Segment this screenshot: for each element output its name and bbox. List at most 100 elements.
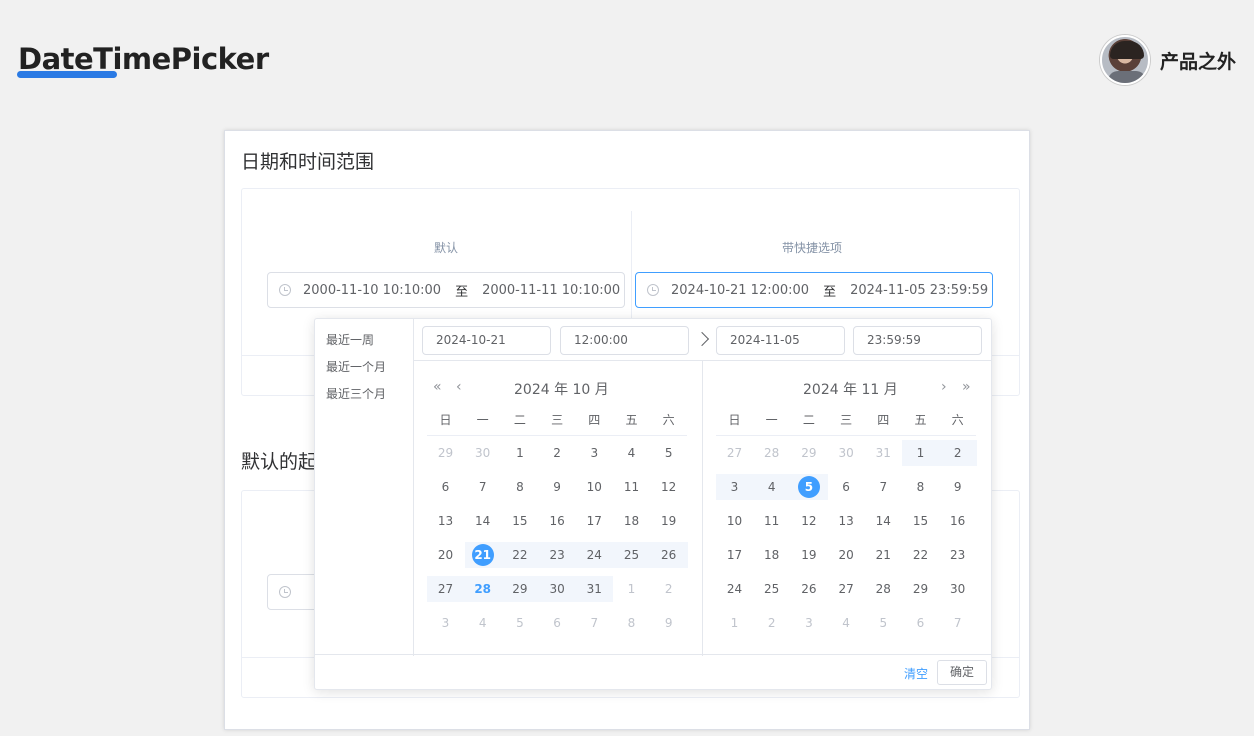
clear-button[interactable]: 清空: [904, 665, 928, 682]
day-cell[interactable]: 16: [539, 509, 576, 533]
range-end-value[interactable]: 2024-11-05 23:59:59: [850, 283, 988, 298]
day-cell[interactable]: 23: [939, 543, 976, 567]
day-cell[interactable]: 30: [539, 577, 576, 601]
day-cell[interactable]: 27: [716, 441, 753, 465]
day-cell[interactable]: 30: [464, 441, 501, 465]
range-end-value[interactable]: 2000-11-11 10:10:00: [482, 283, 620, 298]
confirm-button[interactable]: 确定: [937, 660, 987, 685]
day-cell[interactable]: 3: [427, 611, 464, 635]
day-cell[interactable]: 19: [650, 509, 687, 533]
day-cell[interactable]: 3: [716, 475, 753, 499]
day-cell[interactable]: 2: [753, 611, 790, 635]
day-cell[interactable]: 2: [650, 577, 687, 601]
day-cell[interactable]: 2: [539, 441, 576, 465]
day-cell[interactable]: 17: [716, 543, 753, 567]
day-cell[interactable]: 17: [576, 509, 613, 533]
day-cell[interactable]: 5: [790, 475, 827, 499]
day-cell[interactable]: 24: [576, 543, 613, 567]
day-cell[interactable]: 28: [464, 577, 501, 601]
day-cell[interactable]: 4: [613, 441, 650, 465]
day-cell[interactable]: 18: [613, 509, 650, 533]
day-cell[interactable]: 28: [753, 441, 790, 465]
day-cell[interactable]: 4: [753, 475, 790, 499]
day-cell[interactable]: 15: [501, 509, 538, 533]
day-cell[interactable]: 25: [753, 577, 790, 601]
day-cell[interactable]: 21: [865, 543, 902, 567]
day-cell[interactable]: 30: [939, 577, 976, 601]
day-cell[interactable]: 31: [576, 577, 613, 601]
day-cell[interactable]: 26: [650, 543, 687, 567]
day-cell[interactable]: 25: [613, 543, 650, 567]
range-start-value[interactable]: 2000-11-10 10:10:00: [303, 283, 441, 298]
day-cell[interactable]: 8: [501, 475, 538, 499]
day-cell[interactable]: 9: [939, 475, 976, 499]
day-cell[interactable]: 1: [902, 441, 939, 465]
end-time-input[interactable]: 23:59:59: [853, 326, 982, 355]
day-cell[interactable]: 5: [501, 611, 538, 635]
day-cell[interactable]: 18: [753, 543, 790, 567]
day-cell[interactable]: 8: [613, 611, 650, 635]
day-cell[interactable]: 29: [501, 577, 538, 601]
start-date-input[interactable]: 2024-10-21: [422, 326, 551, 355]
day-cell[interactable]: 10: [716, 509, 753, 533]
day-cell[interactable]: 10: [576, 475, 613, 499]
day-cell[interactable]: 4: [828, 611, 865, 635]
day-cell[interactable]: 16: [939, 509, 976, 533]
next-year-button[interactable]: »: [962, 379, 971, 395]
day-cell[interactable]: 19: [790, 543, 827, 567]
default-range-input[interactable]: 2000-11-10 10:10:00 至 2000-11-11 10:10:0…: [267, 272, 625, 308]
day-cell[interactable]: 20: [828, 543, 865, 567]
range-start-value[interactable]: 2024-10-21 12:00:00: [671, 283, 809, 298]
next-month-button[interactable]: ›: [941, 379, 947, 395]
day-cell[interactable]: 12: [650, 475, 687, 499]
day-cell[interactable]: 7: [576, 611, 613, 635]
day-cell[interactable]: 26: [790, 577, 827, 601]
day-cell[interactable]: 11: [753, 509, 790, 533]
day-cell[interactable]: 22: [501, 543, 538, 567]
day-cell[interactable]: 9: [539, 475, 576, 499]
start-time-input[interactable]: 12:00:00: [560, 326, 689, 355]
prev-year-button[interactable]: «: [433, 379, 442, 395]
day-cell[interactable]: 24: [716, 577, 753, 601]
day-cell[interactable]: 29: [902, 577, 939, 601]
day-cell[interactable]: 6: [539, 611, 576, 635]
shortcut-last-week[interactable]: 最近一周: [326, 331, 374, 348]
day-cell[interactable]: 30: [828, 441, 865, 465]
day-cell[interactable]: 7: [865, 475, 902, 499]
day-cell[interactable]: 11: [613, 475, 650, 499]
day-cell[interactable]: 4: [464, 611, 501, 635]
day-cell[interactable]: 1: [716, 611, 753, 635]
day-cell[interactable]: 23: [539, 543, 576, 567]
day-cell[interactable]: 29: [790, 441, 827, 465]
day-cell[interactable]: 1: [501, 441, 538, 465]
day-cell[interactable]: 5: [865, 611, 902, 635]
day-cell[interactable]: 13: [828, 509, 865, 533]
day-cell[interactable]: 20: [427, 543, 464, 567]
day-cell[interactable]: 15: [902, 509, 939, 533]
day-cell[interactable]: 6: [902, 611, 939, 635]
day-cell[interactable]: 27: [828, 577, 865, 601]
day-cell[interactable]: 7: [939, 611, 976, 635]
shortcut-last-three-months[interactable]: 最近三个月: [326, 385, 386, 402]
day-cell[interactable]: 1: [613, 577, 650, 601]
day-cell[interactable]: 31: [865, 441, 902, 465]
end-date-input[interactable]: 2024-11-05: [716, 326, 845, 355]
day-cell[interactable]: 3: [576, 441, 613, 465]
day-cell[interactable]: 5: [650, 441, 687, 465]
day-cell[interactable]: 2: [939, 441, 976, 465]
day-cell[interactable]: 8: [902, 475, 939, 499]
day-cell[interactable]: 7: [464, 475, 501, 499]
day-cell[interactable]: 14: [865, 509, 902, 533]
day-cell[interactable]: 6: [427, 475, 464, 499]
shortcut-last-month[interactable]: 最近一个月: [326, 358, 386, 375]
shortcut-range-input[interactable]: 2024-10-21 12:00:00 至 2024-11-05 23:59:5…: [635, 272, 993, 308]
day-cell[interactable]: 22: [902, 543, 939, 567]
prev-month-button[interactable]: ‹: [456, 379, 462, 395]
day-cell[interactable]: 21: [464, 543, 501, 567]
day-cell[interactable]: 9: [650, 611, 687, 635]
day-cell[interactable]: 3: [790, 611, 827, 635]
day-cell[interactable]: 27: [427, 577, 464, 601]
day-cell[interactable]: 28: [865, 577, 902, 601]
day-cell[interactable]: 13: [427, 509, 464, 533]
day-cell[interactable]: 12: [790, 509, 827, 533]
